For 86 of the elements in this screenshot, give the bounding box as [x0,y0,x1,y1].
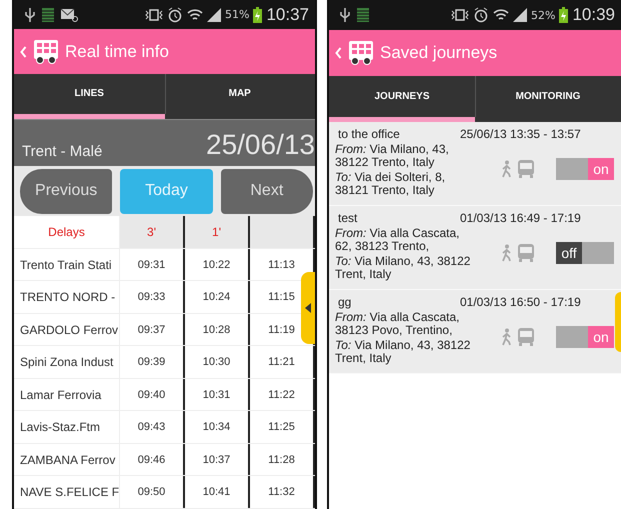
journey-name: gg [337,295,352,309]
journey-card[interactable]: gg 01/03/13 16:50 - 17:19 From: Via alla Cascata, 38123 Povo, Trentino, To: Via Milano, 43, 38122 Trent, Italy on [329,290,621,374]
bus-icon[interactable] [348,40,374,66]
table-cell: 11:25 [250,411,315,443]
table-cell: 10:30 [185,346,250,378]
mail-icon [60,8,78,22]
table-cell: 10:22 [185,248,250,280]
vibrate-icon [451,8,469,22]
table-cell: 09:39 [120,346,185,378]
stop-name: NAVE S.FELICE F [14,476,120,508]
bus-icon [518,160,534,178]
date-label: 25/06/13 [206,128,315,162]
signal-icon [513,8,527,22]
table-cell: 09:33 [120,281,185,313]
wifi-icon [493,8,509,22]
table-cell: 09:46 [120,444,185,476]
vibrate-icon [145,8,163,22]
from-address: From: Via alla Cascata, 38123 Povo, Trentino, [335,311,461,337]
day-button[interactable]: Next [220,168,313,214]
from-address: From: Via Milano, 43, 38122 Trento, Italy [335,143,450,169]
stop-name: ZAMBANA Ferrov [14,444,120,476]
bus-icon[interactable] [33,38,59,65]
table-cell: 09:50 [120,476,185,508]
alarm-icon [167,6,183,23]
table-cell: 09:43 [120,411,185,443]
stop-name: Lamar Ferrovia [14,378,120,410]
line-name: Trent - Malé [22,142,102,162]
table-cell: 10:41 [185,476,250,508]
table-cell: 10:31 [185,378,250,410]
alarm-icon [473,7,489,23]
clock: 10:39 [572,5,615,25]
battery-icon [253,6,262,23]
to-address: To: Via Milano, 43, 38122 Trent, Italy [335,339,472,365]
drawer-handle[interactable] [301,272,315,344]
walking-icon [501,244,513,262]
screen-title: Saved journeys [380,43,498,63]
stop-name: TRENTO NORD - [14,281,120,313]
delay-label: 1' [185,216,250,248]
drawer-handle[interactable] [615,292,621,352]
battery-icon [559,7,568,23]
screen-title: Real time info [65,42,169,62]
walking-icon [501,160,513,178]
table-cell: 09:40 [120,378,185,410]
storage-icon [42,8,54,22]
table-cell: 11:21 [250,346,315,378]
table-cell: 09:37 [120,314,185,346]
walking-icon [501,328,513,346]
wifi-icon [187,8,203,22]
signal-icon [207,8,221,22]
journey-card[interactable]: to the office 25/06/13 13:35 - 13:57 From: Via Milano, 43, 38122 Trento, Italy To: Via dei Solteri, 8, 38121 Trento, Italy on [329,122,621,206]
battery-percent: 51% [225,8,250,22]
stop-name: Lavis-Staz.Ftm [14,411,120,443]
toggle-switch[interactable]: off [556,242,614,264]
table-cell: 10:24 [185,281,250,313]
table-cell: 10:28 [185,314,250,346]
stop-name: GARDOLO Ferrov [14,314,120,346]
delay-label: Delays [14,216,120,248]
journey-time: 01/03/13 16:49 - 17:19 [460,211,581,225]
clock: 10:37 [266,4,309,25]
journey-card[interactable]: test 01/03/13 16:49 - 17:19 From: Via alla Cascata, 62, 38123 Trento, To: Via Milano, 43, 38122 Trent, Italy off [329,206,621,290]
usb-icon [24,6,36,23]
bus-icon [518,328,534,346]
storage-icon [357,8,369,22]
from-address: From: Via alla Cascata, 62, 38123 Trento, [335,227,461,253]
journey-name: to the office [337,127,401,141]
table-cell: 11:32 [250,476,315,508]
usb-icon [339,7,351,23]
delay-label: 3' [120,216,185,248]
to-address: To: Via dei Solteri, 8, 38121 Trento, Italy [335,171,446,197]
back-icon[interactable] [335,47,342,59]
back-icon[interactable] [20,46,27,58]
journey-time: 25/06/13 13:35 - 13:57 [460,127,581,141]
table-cell: 09:31 [120,248,185,280]
journey-name: test [337,211,358,225]
bus-icon [518,244,534,262]
table-cell: 10:34 [185,411,250,443]
battery-percent: 52% [531,8,556,22]
table-cell: 11:22 [250,378,315,410]
table-cell: 11:28 [250,444,315,476]
table-cell: 10:37 [185,444,250,476]
day-button[interactable]: Previous [20,168,112,214]
journey-time: 01/03/13 16:50 - 17:19 [460,295,581,309]
stop-name: Spini Zona Indust [14,346,120,378]
to-address: To: Via Milano, 43, 38122 Trent, Italy [335,255,472,281]
stop-name: Trento Train Stati [14,248,120,280]
caret-icon [305,303,311,313]
